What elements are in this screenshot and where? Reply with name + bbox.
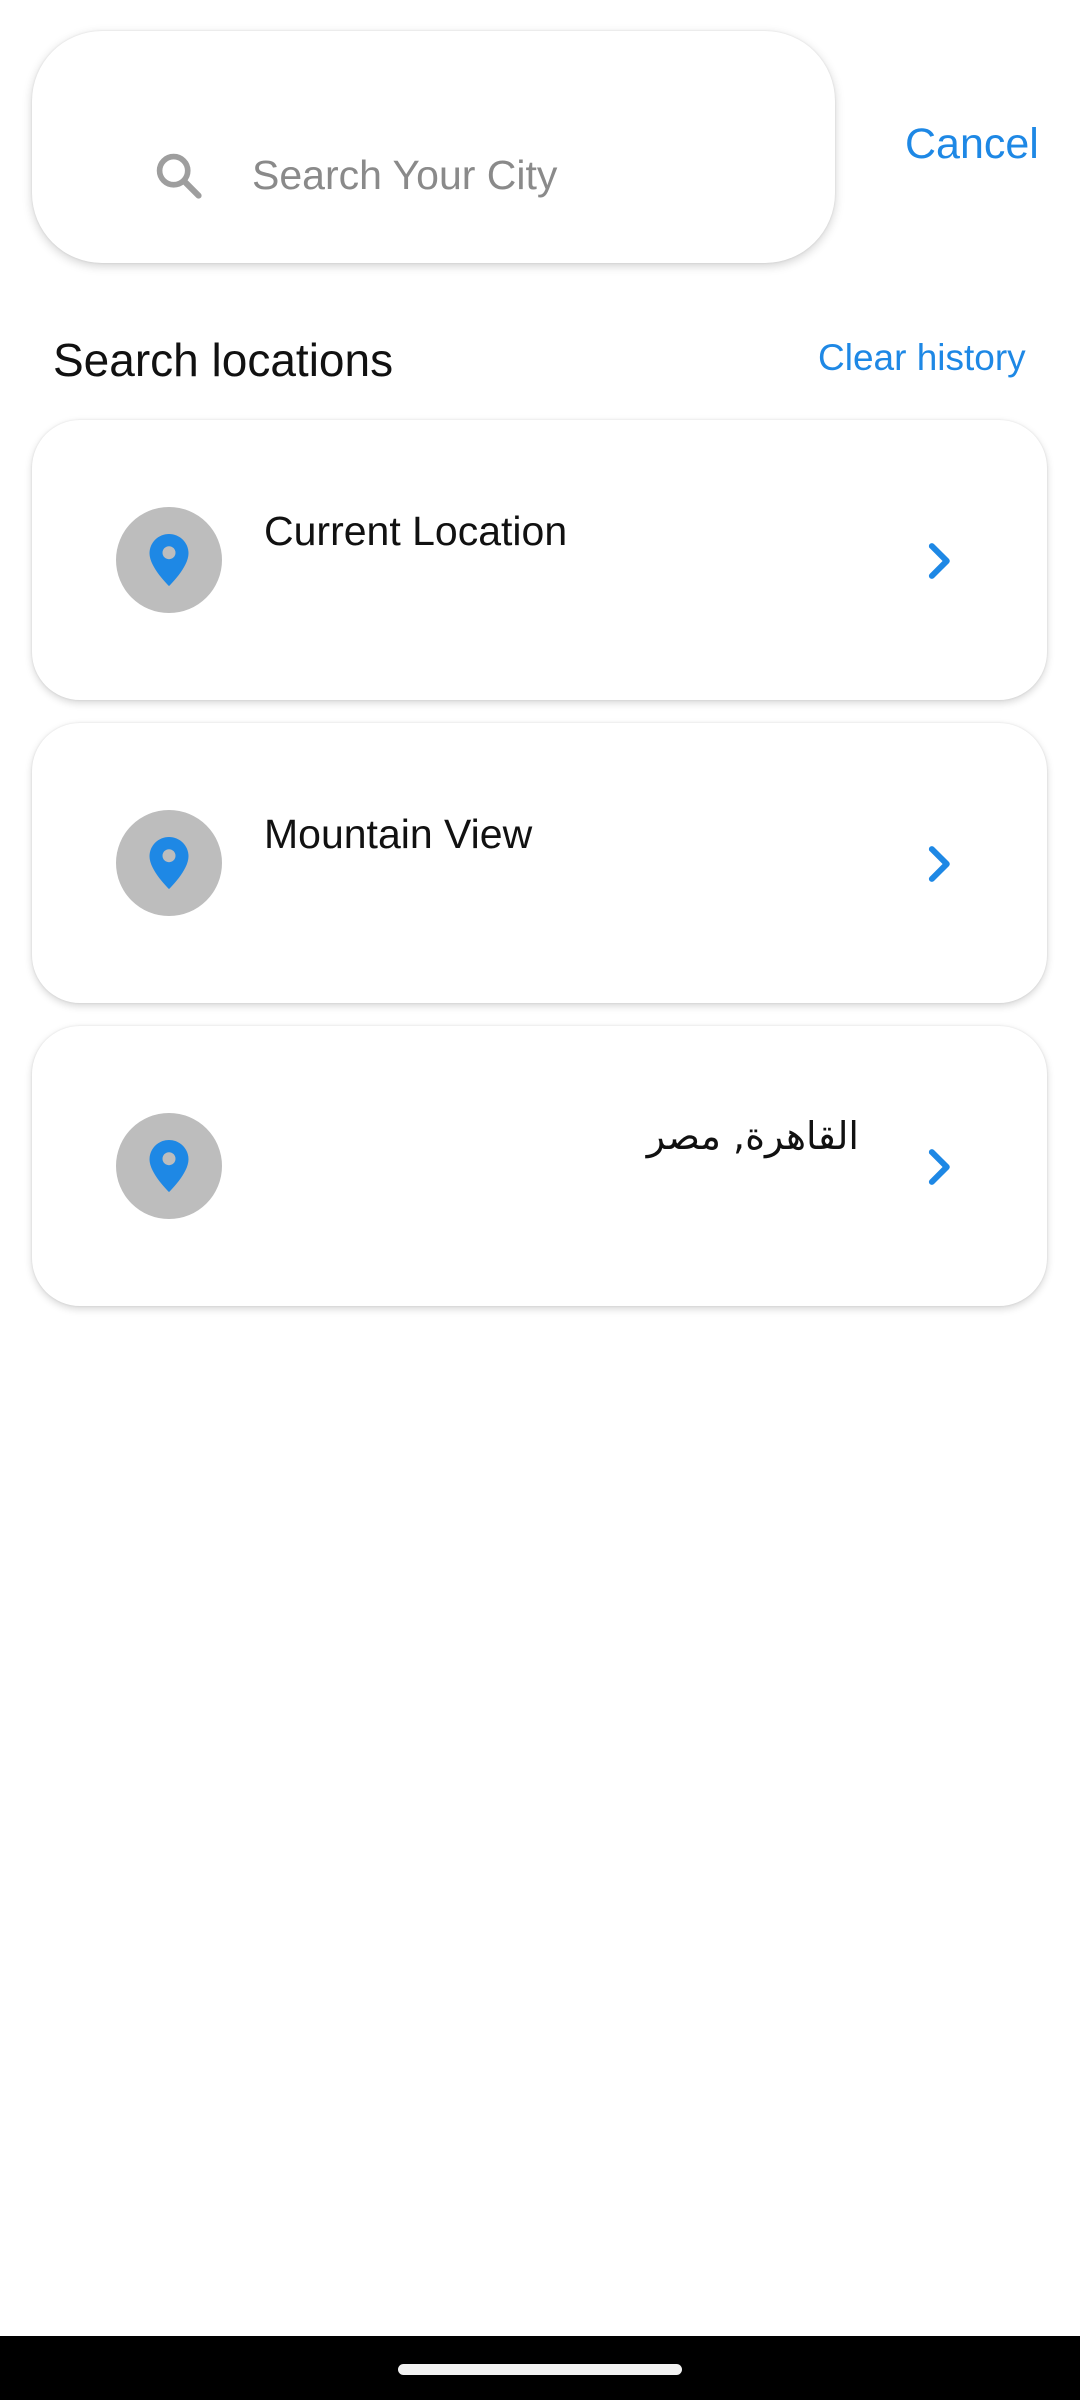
system-navigation-bar bbox=[0, 2336, 1080, 2400]
chevron-right-icon bbox=[928, 1149, 950, 1185]
cancel-button[interactable]: Cancel bbox=[905, 120, 1039, 169]
location-pin-icon bbox=[149, 534, 189, 586]
location-pin-avatar bbox=[116, 507, 222, 613]
search-bar[interactable] bbox=[32, 31, 835, 263]
location-pin-icon bbox=[149, 837, 189, 889]
location-card-mountain-view[interactable]: Mountain View bbox=[32, 723, 1047, 1003]
location-card-cairo[interactable]: القاهرة, مصر bbox=[32, 1026, 1047, 1306]
home-indicator[interactable] bbox=[398, 2364, 682, 2375]
chevron-right-icon bbox=[928, 846, 950, 882]
location-pin-avatar bbox=[116, 810, 222, 916]
location-label: Mountain View bbox=[264, 811, 533, 857]
section-title: Search locations bbox=[53, 334, 394, 386]
location-label: Current Location bbox=[264, 508, 568, 554]
search-input[interactable] bbox=[252, 143, 812, 207]
location-label: القاهرة, مصر bbox=[646, 1114, 859, 1158]
location-card-current[interactable]: Current Location bbox=[32, 420, 1047, 700]
clear-history-button[interactable]: Clear history bbox=[818, 337, 1026, 379]
location-pin-icon bbox=[149, 1140, 189, 1192]
chevron-right-icon bbox=[928, 543, 950, 579]
location-pin-avatar bbox=[116, 1113, 222, 1219]
search-locations-screen: Cancel Search locations Clear history Cu… bbox=[0, 0, 1080, 2400]
search-icon bbox=[156, 153, 202, 199]
